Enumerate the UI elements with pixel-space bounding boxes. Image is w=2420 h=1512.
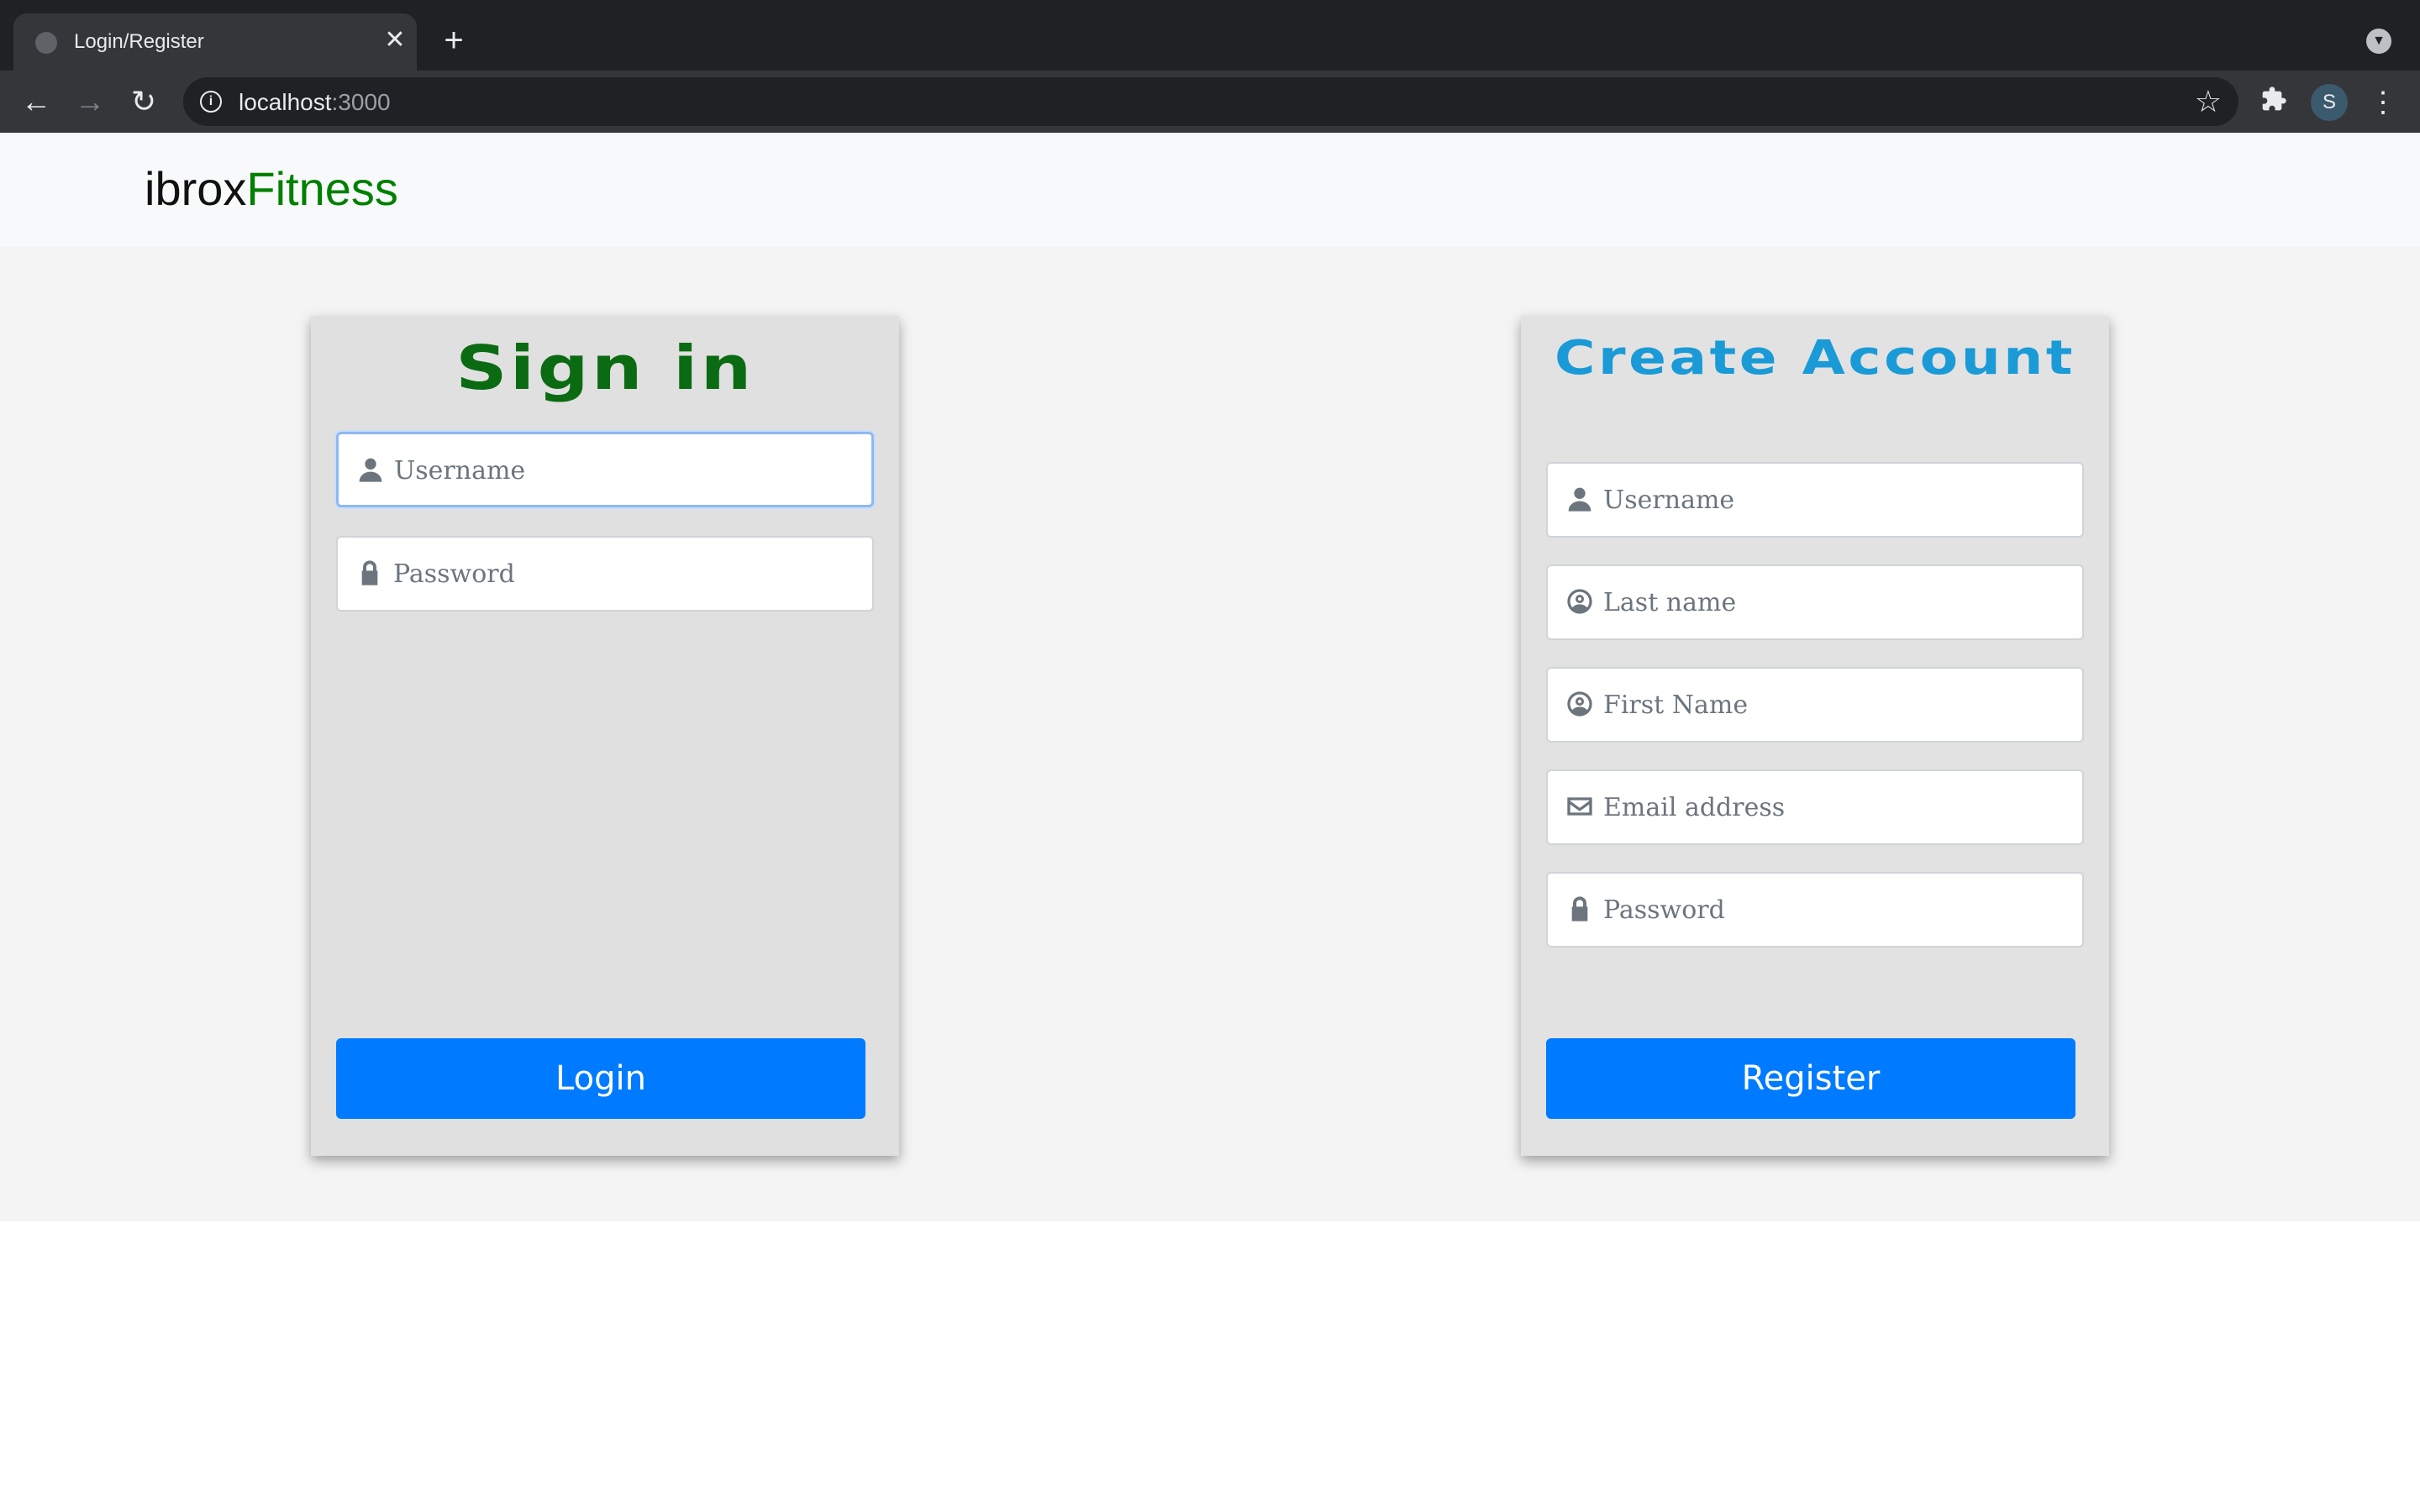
address-bar[interactable]: i localhost:3000 ☆ (183, 77, 2238, 126)
back-button[interactable]: ← (15, 81, 57, 123)
signin-username-field[interactable] (336, 432, 874, 507)
register-password-input[interactable] (1603, 874, 2074, 946)
register-lastname-input[interactable] (1603, 566, 2074, 638)
user-icon (1565, 486, 1595, 516)
browser-tab[interactable]: Login/Register ✕ (13, 13, 417, 71)
register-button[interactable]: Register (1546, 1038, 2075, 1119)
signin-password-field[interactable] (336, 536, 874, 612)
brand-accent: Fitness (246, 162, 398, 215)
main-content: Sign in Login Create Account (0, 247, 2420, 1221)
kebab-menu-icon[interactable]: ⋮ (2366, 84, 2400, 121)
register-firstname-field[interactable] (1546, 667, 2084, 743)
user-icon (355, 456, 386, 486)
register-firstname-input[interactable] (1603, 669, 2074, 741)
browser-toolbar: ← → ↻ i localhost:3000 ☆ S ⋮ (0, 71, 2420, 133)
brand-logo[interactable]: ibroxFitness (145, 161, 398, 216)
user-circle-icon (1565, 690, 1595, 721)
bookmark-star-icon[interactable]: ☆ (2195, 84, 2222, 119)
register-password-field[interactable] (1546, 872, 2084, 948)
envelope-icon (1565, 793, 1595, 823)
url-text: localhost:3000 (239, 89, 391, 116)
signin-password-input[interactable] (393, 538, 864, 610)
info-icon[interactable]: i (200, 91, 222, 113)
extensions-icon[interactable] (2257, 86, 2291, 119)
browser-tab-bar: Login/Register ✕ + ▼ (0, 0, 2420, 71)
new-tab-button[interactable]: + (437, 24, 471, 57)
register-title: Create Account (1554, 331, 2076, 386)
register-email-field[interactable] (1546, 769, 2084, 845)
url-port: :3000 (331, 89, 391, 115)
user-circle-icon (1565, 588, 1595, 618)
lock-icon (1565, 895, 1595, 926)
lock-icon (355, 559, 385, 590)
signin-title: Sign in (455, 333, 755, 403)
close-icon[interactable]: ✕ (380, 25, 410, 55)
login-button[interactable]: Login (336, 1038, 865, 1119)
signin-username-input[interactable] (394, 434, 865, 507)
signin-card: Sign in Login (311, 316, 899, 1156)
forward-button[interactable]: → (69, 81, 111, 123)
tab-title: Login/Register (74, 30, 204, 53)
brand-prefix: ibrox (145, 162, 247, 215)
site-navbar: ibroxFitness (0, 133, 2420, 247)
register-username-input[interactable] (1603, 464, 2074, 536)
register-card: Create Account Username Last name First … (1521, 316, 2109, 1156)
globe-icon (35, 32, 57, 54)
tab-search-icon[interactable]: ▼ (2366, 29, 2391, 54)
register-lastname-field[interactable] (1546, 564, 2084, 640)
reload-button[interactable]: ↻ (123, 81, 165, 123)
profile-avatar[interactable]: S (2311, 84, 2348, 121)
register-username-field[interactable] (1546, 462, 2084, 538)
register-email-input[interactable] (1603, 771, 2074, 843)
url-host: localhost (239, 89, 332, 115)
